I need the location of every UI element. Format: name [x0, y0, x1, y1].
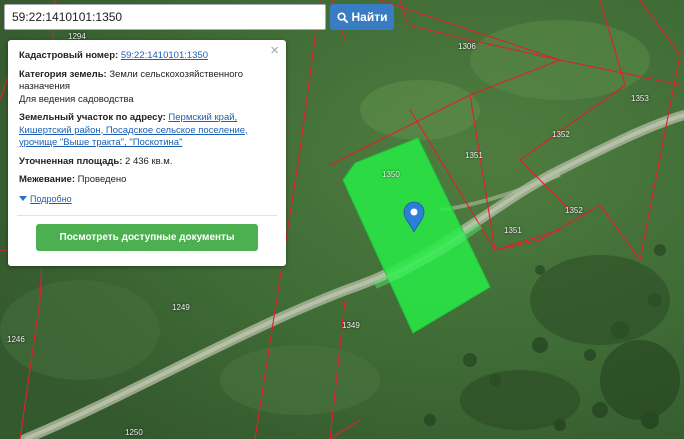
area-row: Уточненная площадь: 2 436 кв.м. [19, 156, 275, 169]
parcel-label: 1350 [382, 170, 400, 179]
parcel-label: 1306 [458, 42, 476, 51]
divider [17, 214, 277, 216]
area-label: Уточненная площадь: [19, 155, 123, 167]
parcel-label: 1250 [125, 428, 143, 437]
parcel-info-popup: × Кадастровый номер: 59:22:1410101:1350 … [8, 40, 286, 266]
search-icon [336, 11, 348, 23]
details-toggle-label: Подробно [30, 193, 72, 204]
survey-label: Межевание: [19, 174, 75, 185]
survey-value: Проведено [77, 174, 127, 185]
cadastral-number-label: Кадастровый номер: [19, 50, 119, 61]
search-button-label: Найти [351, 10, 388, 24]
permitted-use-value: Для ведения садоводства [19, 93, 134, 105]
address-row: Земельный участок по адресу: Пермский кр… [19, 112, 275, 150]
land-category-label: Категория земель: [19, 68, 107, 80]
cadastral-number-row: Кадастровый номер: 59:22:1410101:1350 [19, 50, 275, 63]
address-label: Земельный участок по адресу: [19, 112, 166, 123]
parcel-label: 1246 [7, 335, 25, 344]
details-toggle[interactable]: Подробно [19, 193, 72, 206]
parcel-label: 1351 [465, 151, 483, 160]
survey-row: Межевание: Проведено [19, 174, 275, 187]
parcel-label: 1352 [552, 130, 570, 139]
cadastral-search-input[interactable] [4, 4, 326, 30]
parcel-label: 1353 [631, 94, 649, 103]
parcel-label: 1349 [342, 321, 360, 330]
search-button[interactable]: Найти [330, 4, 394, 30]
parcel-label: 1352 [565, 206, 583, 215]
parcel-label: 1351 [504, 226, 522, 235]
land-category-row: Категория земель: Земли сельскохозяйстве… [19, 69, 275, 107]
cadastral-number-link[interactable]: 59:22:1410101:1350 [121, 50, 208, 61]
close-icon[interactable]: × [270, 43, 279, 59]
view-documents-button[interactable]: Посмотреть доступные документы [36, 223, 258, 251]
area-value: 2 436 кв.м. [125, 155, 173, 167]
triangle-down-icon [19, 196, 27, 202]
parcel-label: 1249 [172, 303, 190, 312]
search-bar: Найти [4, 4, 394, 30]
